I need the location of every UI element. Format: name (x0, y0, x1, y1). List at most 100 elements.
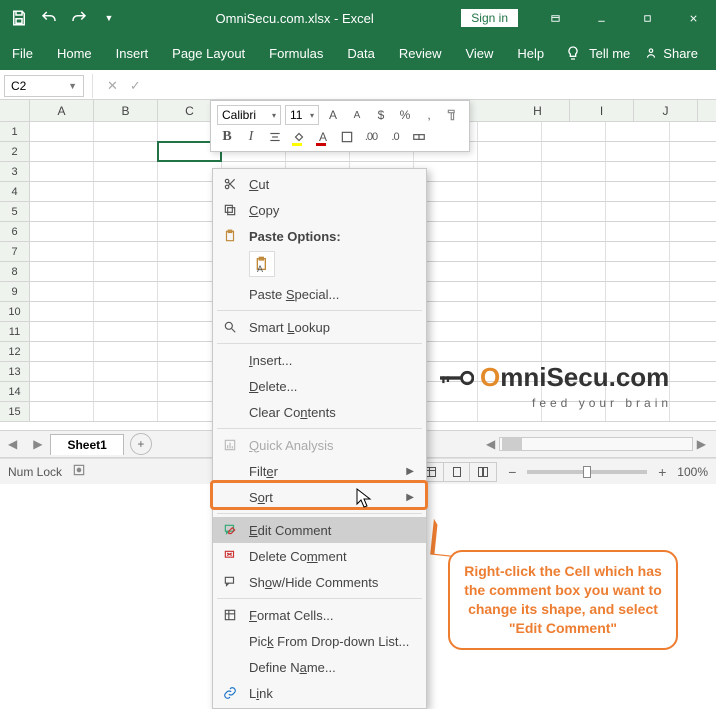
cell[interactable] (30, 162, 94, 181)
page-layout-view-icon[interactable] (444, 463, 470, 481)
cell[interactable] (606, 322, 670, 341)
row-header[interactable]: 5 (0, 202, 30, 221)
decrease-decimal-icon[interactable]: .00 (361, 127, 381, 147)
col-header[interactable]: A (30, 100, 94, 121)
cell[interactable] (606, 182, 670, 201)
ribbon-display-options-icon[interactable] (532, 0, 578, 36)
ctx-smart-lookup[interactable]: Smart LookupSmart Lookup (213, 314, 426, 340)
cell[interactable] (606, 242, 670, 261)
tab-formulas[interactable]: Formulas (257, 40, 335, 67)
cell[interactable] (94, 322, 158, 341)
cell[interactable] (478, 282, 542, 301)
italic-icon[interactable]: I (241, 127, 261, 147)
cell[interactable] (94, 142, 158, 161)
row-header[interactable]: 13 (0, 362, 30, 381)
ctx-format-cells[interactable]: Format Cells...Format Cells... (213, 602, 426, 628)
ctx-pick-from-list[interactable]: Pick From Drop-down List...Pick From Dro… (213, 628, 426, 654)
maximize-icon[interactable] (624, 0, 670, 36)
cell[interactable] (478, 222, 542, 241)
col-header[interactable]: I (570, 100, 634, 121)
cell[interactable] (30, 222, 94, 241)
row-header[interactable]: 9 (0, 282, 30, 301)
font-color-icon[interactable]: A (313, 127, 333, 147)
cell[interactable] (30, 382, 94, 401)
tell-me-label[interactable]: Tell me (589, 46, 630, 61)
cell[interactable] (478, 322, 542, 341)
ctx-edit-comment[interactable]: Edit CommentEdit Comment (213, 517, 426, 543)
tab-view[interactable]: View (453, 40, 505, 67)
cell[interactable] (542, 242, 606, 261)
cell[interactable] (606, 342, 670, 361)
tab-review[interactable]: Review (387, 40, 454, 67)
cell[interactable] (30, 362, 94, 381)
cell[interactable] (94, 282, 158, 301)
redo-icon[interactable] (70, 9, 88, 27)
col-header[interactable]: J (634, 100, 698, 121)
row-header[interactable]: 12 (0, 342, 30, 361)
row-header[interactable]: 3 (0, 162, 30, 181)
cell[interactable] (94, 222, 158, 241)
cell[interactable] (30, 322, 94, 341)
ctx-filter[interactable]: FilterFilter▶ (213, 458, 426, 484)
cell[interactable] (478, 162, 542, 181)
row-header[interactable]: 4 (0, 182, 30, 201)
sheet-nav-prev-icon[interactable]: ◀ (0, 437, 25, 451)
cell[interactable] (94, 162, 158, 181)
ctx-cut[interactable]: CuCutt (213, 171, 426, 197)
save-icon[interactable] (10, 9, 28, 27)
cell[interactable] (542, 122, 606, 141)
cell[interactable] (478, 302, 542, 321)
tab-page-layout[interactable]: Page Layout (160, 40, 257, 67)
cell[interactable] (478, 242, 542, 261)
cell[interactable] (30, 242, 94, 261)
font-size-select[interactable]: 11▾ (285, 105, 319, 125)
cell[interactable] (542, 282, 606, 301)
close-icon[interactable] (670, 0, 716, 36)
ctx-copy[interactable]: CCopyopy (213, 197, 426, 223)
cell[interactable] (542, 302, 606, 321)
font-name-select[interactable]: Calibri▾ (217, 105, 281, 125)
minimize-icon[interactable] (578, 0, 624, 36)
qat-dropdown-icon[interactable]: ▼ (100, 9, 118, 27)
ctx-delete-comment[interactable]: Delete CommentDelete Comment (213, 543, 426, 569)
accounting-format-icon[interactable]: $ (371, 105, 391, 125)
cell[interactable] (478, 142, 542, 161)
tab-insert[interactable]: Insert (104, 40, 161, 67)
cell[interactable] (94, 122, 158, 141)
cell[interactable] (606, 122, 670, 141)
cell[interactable] (478, 182, 542, 201)
decrease-font-icon[interactable]: A (347, 105, 367, 125)
cell[interactable] (606, 222, 670, 241)
cell[interactable] (94, 202, 158, 221)
ctx-paste-special[interactable]: Paste Special...Paste Special... (213, 281, 426, 307)
cell[interactable] (542, 262, 606, 281)
borders-icon[interactable] (337, 127, 357, 147)
row-header[interactable]: 10 (0, 302, 30, 321)
row-header[interactable]: 7 (0, 242, 30, 261)
zoom-in-icon[interactable]: + (655, 464, 669, 480)
cell[interactable] (94, 242, 158, 261)
cell[interactable] (606, 282, 670, 301)
increase-font-icon[interactable]: A (323, 105, 343, 125)
share-button[interactable]: Share (638, 42, 704, 65)
row-header[interactable]: 15 (0, 402, 30, 421)
sheet-tab-sheet1[interactable]: Sheet1 (50, 434, 123, 455)
cell[interactable] (94, 262, 158, 281)
cell[interactable] (542, 162, 606, 181)
cell[interactable] (542, 222, 606, 241)
tab-home[interactable]: Home (45, 40, 104, 67)
cell[interactable] (606, 262, 670, 281)
cell[interactable] (542, 142, 606, 161)
ctx-clear-contents[interactable]: Clear ContentsClear Contents (213, 399, 426, 425)
cell[interactable] (478, 122, 542, 141)
undo-icon[interactable] (40, 9, 58, 27)
row-header[interactable]: 8 (0, 262, 30, 281)
bold-icon[interactable]: B (217, 127, 237, 147)
zoom-level[interactable]: 100% (677, 465, 708, 479)
cell[interactable] (30, 202, 94, 221)
cell[interactable] (30, 402, 94, 421)
ctx-link[interactable]: LinkLink (213, 680, 426, 706)
merge-center-icon[interactable] (409, 127, 429, 147)
row-header[interactable]: 2 (0, 142, 30, 161)
sheet-nav-next-icon[interactable]: ▶ (25, 437, 50, 451)
